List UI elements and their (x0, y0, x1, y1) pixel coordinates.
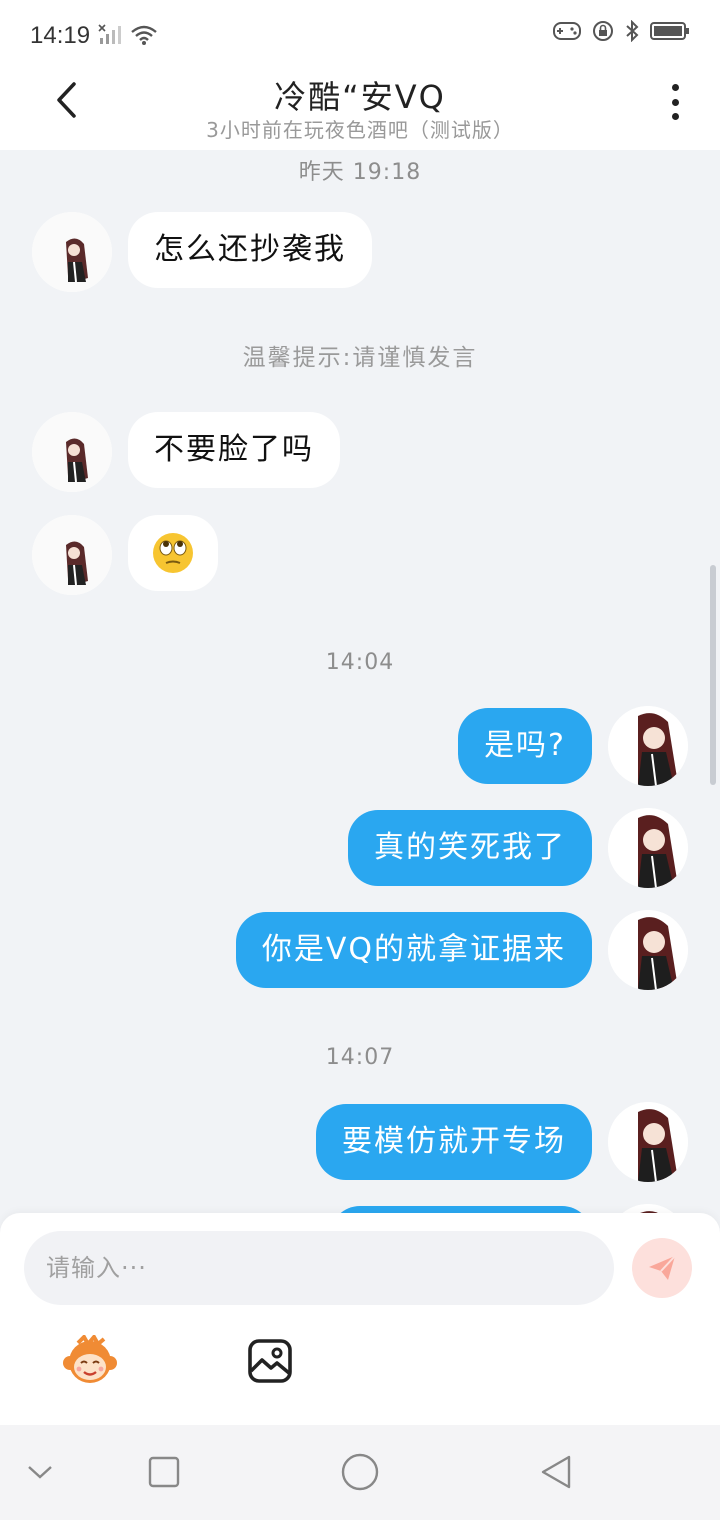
message-bubble-outgoing[interactable]: 真的笑死我了 (348, 810, 592, 886)
my-avatar[interactable] (608, 1102, 688, 1182)
battery-icon (650, 20, 690, 46)
emoji-button[interactable] (62, 1333, 118, 1389)
send-button[interactable] (632, 1238, 692, 1298)
my-avatar[interactable] (608, 808, 688, 888)
chevron-down-icon (28, 1466, 52, 1479)
image-icon (248, 1339, 292, 1383)
send-icon (649, 1255, 676, 1280)
bluetooth-icon (624, 19, 640, 46)
signal-muted-icon (98, 24, 122, 50)
scrollbar[interactable] (710, 565, 716, 785)
monkey-emoji-icon (63, 1335, 117, 1383)
more-vertical-icon (671, 84, 679, 91)
message-bubble-outgoing[interactable]: 你是VQ的就拿证据来 (235, 912, 592, 988)
timestamp: 14:07 (325, 1045, 395, 1070)
status-time: 14:19 (30, 22, 91, 49)
my-avatar[interactable] (608, 910, 688, 990)
status-bar: 14:19 (0, 0, 720, 70)
message-bubble-outgoing[interactable]: 是吗? (458, 708, 592, 784)
my-avatar[interactable] (608, 706, 688, 786)
nav-back-button[interactable] (534, 1450, 578, 1494)
image-button[interactable] (242, 1333, 298, 1389)
safety-notice: 温馨提示:请谨慎发言 (242, 345, 478, 371)
chat-header: 冷酷“安VQ 3小时前在玩夜色酒吧（测试版） (0, 70, 720, 150)
game-controller-icon (552, 20, 582, 46)
back-triangle-icon (541, 1455, 571, 1489)
chat-messages[interactable]: 昨天 19:18 怎么还抄袭我 温馨提示:请谨慎发言 不要脸了吗 14:04 是… (0, 150, 720, 1215)
more-options-button[interactable] (660, 82, 690, 122)
message-bubble-outgoing[interactable]: 要模仿就开专场 (316, 1104, 592, 1180)
home-circle-icon (341, 1453, 379, 1491)
eye-roll-emoji (153, 533, 193, 573)
timestamp: 昨天 19:18 (298, 160, 422, 185)
contact-status: 3小时前在玩夜色酒吧（测试版） (206, 118, 514, 142)
nav-recents-button[interactable] (142, 1450, 186, 1494)
message-input[interactable] (24, 1231, 614, 1305)
recents-square-icon (148, 1456, 180, 1488)
contact-avatar[interactable] (32, 212, 112, 292)
composer-panel (0, 1213, 720, 1425)
system-nav-bar (0, 1425, 720, 1520)
contact-name: 冷酷“安VQ (274, 78, 446, 116)
message-bubble-incoming[interactable]: 怎么还抄袭我 (128, 212, 372, 288)
wifi-icon (130, 24, 158, 50)
timestamp: 14:04 (325, 650, 395, 675)
nav-collapse-button[interactable] (18, 1450, 62, 1494)
rotation-lock-icon (592, 20, 614, 46)
contact-avatar[interactable] (32, 412, 112, 492)
nav-home-button[interactable] (338, 1450, 382, 1494)
message-bubble-incoming[interactable] (128, 515, 218, 591)
message-bubble-incoming[interactable]: 不要脸了吗 (128, 412, 340, 488)
contact-avatar[interactable] (32, 515, 112, 595)
